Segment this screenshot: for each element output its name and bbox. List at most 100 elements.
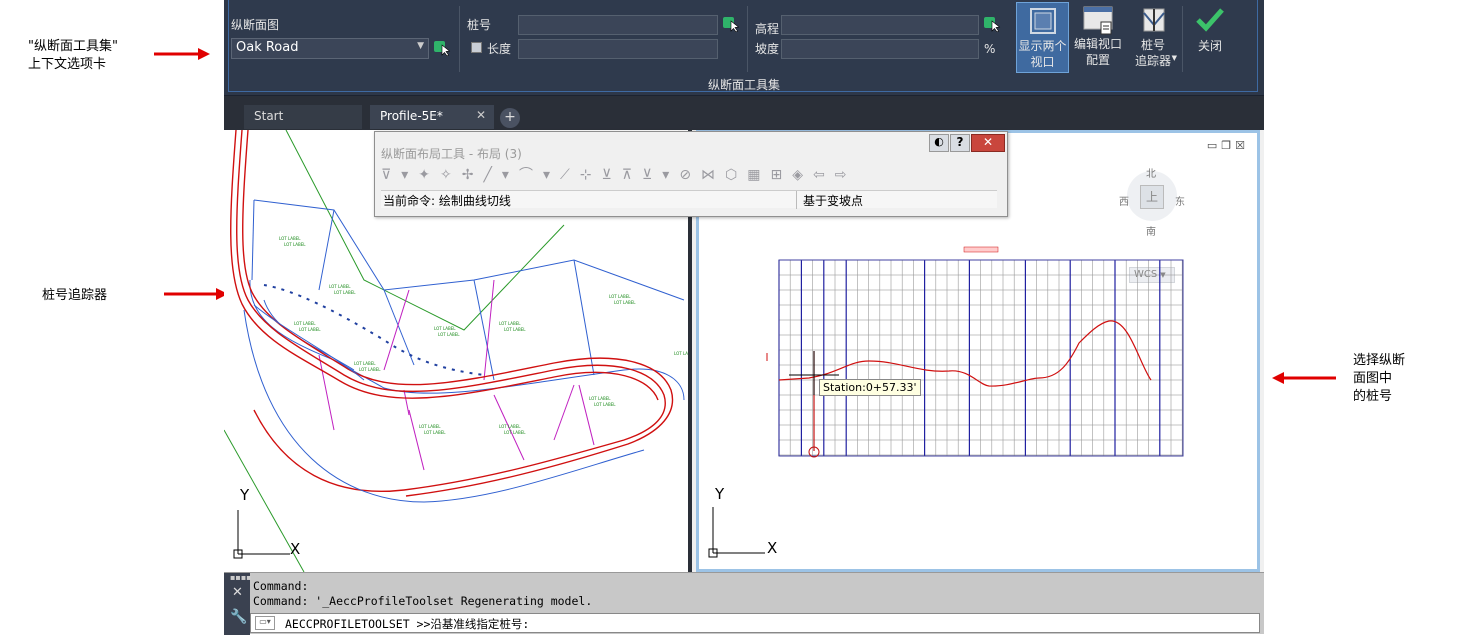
toolbar-status: 当前命令: 绘制曲线切线 基于变坡点 <box>381 190 997 209</box>
svg-text:LOT LABEL: LOT LABEL <box>614 300 636 305</box>
pick-elevation-icon[interactable] <box>983 16 1001 32</box>
sub-icon[interactable]: ◈ <box>792 167 813 183</box>
tab-start[interactable]: Start <box>244 105 362 129</box>
redo-icon[interactable]: ⇨ <box>835 167 857 183</box>
check-icon <box>1196 8 1224 32</box>
ribbon-separator <box>747 6 748 72</box>
toolbar-title-buttons: ◐ ? ✕ <box>929 134 1005 152</box>
options-icon[interactable]: ◐ <box>929 134 949 152</box>
dropdown-arrow-icon: ▼ <box>1171 54 1177 62</box>
draw-line-icon[interactable]: ╱▾ <box>483 167 518 183</box>
edit-viewport-config-label: 编辑视口 配置 <box>1073 37 1122 67</box>
draw-tangents-icon[interactable]: ⊽▾ <box>381 167 418 183</box>
move-pvi-icon[interactable]: ✢ <box>462 167 484 183</box>
tab-profile-5e[interactable]: Profile-5E* ✕ <box>370 105 494 129</box>
free-curve-icon[interactable]: ⟋ <box>560 167 580 183</box>
svg-text:LOT LABEL: LOT LABEL <box>294 321 316 326</box>
profile-view-value: Oak Road <box>236 40 299 55</box>
command-history-2: Command: '_AeccProfileToolset Regenerati… <box>253 594 593 608</box>
dropdown-arrow-icon: ▼ <box>417 41 424 51</box>
station-label: 桩号 <box>467 18 492 32</box>
viewport-config-icon <box>1083 6 1113 35</box>
profile-view-label: 纵断面图 <box>231 18 280 32</box>
current-command: 当前命令: 绘制曲线切线 <box>383 194 511 208</box>
draw-curve-icon[interactable]: ⌒▾ <box>519 167 560 183</box>
profile-layout-toolbar[interactable]: 纵断面布局工具 - 布局 (3) ◐ ? ✕ ⊽▾✦✧✢╱▾⌒▾⟋⊹⊻⊼⊻▾⊘⋈… <box>374 131 1008 217</box>
svg-text:LOT LABEL: LOT LABEL <box>609 294 631 299</box>
civil3d-window: 纵断面图 Oak Road ▼ 桩号 长度 高程 坡度 % 显示两个 视口 编辑… <box>224 0 1264 635</box>
insert-pvi-icon[interactable]: ✦ <box>418 167 440 183</box>
length-field[interactable] <box>518 39 718 59</box>
viewports-icon <box>1029 8 1056 34</box>
svg-text:LOT LABEL: LOT LABEL <box>504 327 526 332</box>
ucs-y-label: Y <box>715 485 725 503</box>
ribbon: 纵断面图 Oak Road ▼ 桩号 长度 高程 坡度 % 显示两个 视口 编辑… <box>224 0 1264 96</box>
profile-view-select[interactable]: Oak Road ▼ <box>231 38 429 59</box>
station-tracker-icon <box>1143 8 1165 32</box>
svg-text:LOT LABEL: LOT LABEL <box>299 327 321 332</box>
svg-text:LOT LABEL: LOT LABEL <box>499 424 521 429</box>
delete-pvi-icon[interactable]: ✧ <box>440 167 462 183</box>
pick-profile-view-icon[interactable] <box>433 40 451 56</box>
svg-text:LOT LABEL: LOT LABEL <box>419 424 441 429</box>
tab-label: Profile-5E* <box>380 109 443 123</box>
svg-text:LOT LABEL: LOT LABEL <box>284 242 306 247</box>
length-label: 长度 <box>487 42 512 56</box>
elevation-field[interactable] <box>781 15 979 35</box>
select-pvi-icon[interactable]: ⊻▾ <box>642 167 679 183</box>
command-prompt: AECCPROFILETOOLSET >>沿基准线指定桩号: <box>285 617 530 631</box>
svg-text:LOT LABEL: LOT LABEL <box>594 402 616 407</box>
delete-entity-icon[interactable]: ⊘ <box>679 167 701 183</box>
svg-text:LOT LABEL: LOT LABEL <box>504 430 526 435</box>
svg-text:LOT LABEL: LOT LABEL <box>438 332 460 337</box>
close-label: 关闭 <box>1197 39 1222 53</box>
toolbar-title: 纵断面布局工具 - 布局 (3) <box>381 147 522 161</box>
grip-icon[interactable]: ▪▪▪▪ <box>230 573 252 582</box>
file-tabs: Start Profile-5E* ✕ + <box>224 96 1264 130</box>
svg-text:LOT LABEL: LOT LABEL <box>329 284 351 289</box>
help-icon[interactable]: ? <box>950 134 970 152</box>
break-icon[interactable]: ⋈ <box>701 167 725 183</box>
command-line: ▪▪▪▪ ✕ 🔧 Command: Command: '_AeccProfile… <box>224 572 1264 635</box>
add-tab-button[interactable]: + <box>500 108 520 128</box>
close-icon[interactable]: ✕ <box>971 134 1005 152</box>
station-field[interactable] <box>518 15 718 35</box>
pvi-edit-icon[interactable]: ⊹ <box>580 167 602 183</box>
close-icon[interactable]: ✕ <box>476 108 486 122</box>
show-two-viewports-button[interactable]: 显示两个 视口 <box>1016 2 1069 73</box>
ucs-x-label: X <box>767 539 778 557</box>
command-gutter: ▪▪▪▪ ✕ 🔧 <box>224 573 252 635</box>
annotation-arrow-icon <box>1272 372 1336 384</box>
ribbon-separator <box>1182 6 1183 72</box>
station-tracker-button[interactable]: 桩号 追踪器 ▼ <box>1127 2 1179 73</box>
mode-divider <box>796 191 797 209</box>
command-history-1: Command: <box>253 579 309 593</box>
grid-icon[interactable]: ▦ <box>747 167 770 183</box>
edit-icon[interactable]: ⊞ <box>771 167 793 183</box>
grade-field[interactable] <box>781 39 979 59</box>
svg-text:LOT LABEL: LOT LABEL <box>589 396 611 401</box>
annotation-select-station: 选择纵断 面图中 的桩号 <box>1353 353 1406 404</box>
mode-label: 基于变坡点 <box>803 194 864 208</box>
ucs-y-label: Y <box>240 486 250 504</box>
edit-viewport-config-button[interactable]: 编辑视口 配置 <box>1072 2 1124 73</box>
close-button[interactable]: 关闭 <box>1187 2 1233 73</box>
wrench-icon[interactable]: 🔧 <box>230 609 247 625</box>
pick-station-icon[interactable] <box>722 16 740 32</box>
panel-title: 纵断面工具集 <box>707 78 780 92</box>
ribbon-separator <box>459 6 460 72</box>
station-tooltip: Station:0+57.33' <box>819 379 921 396</box>
length-checkbox[interactable] <box>471 42 482 53</box>
annotation-arrow-icon <box>154 48 210 60</box>
undo-icon[interactable]: ⇦ <box>813 167 835 183</box>
grade-unit: % <box>984 42 996 56</box>
annotation-station-tracker: 桩号追踪器 <box>42 288 108 303</box>
command-input[interactable]: ▭▾ AECCPROFILETOOLSET >>沿基准线指定桩号: <box>250 613 1260 633</box>
toolbar-tools: ⊽▾✦✧✢╱▾⌒▾⟋⊹⊻⊼⊻▾⊘⋈⬡▦⊞◈⇦⇨ <box>381 164 1001 188</box>
close-icon[interactable]: ✕ <box>232 585 243 600</box>
pvi-delete-icon[interactable]: ⊼ <box>622 167 642 183</box>
command-prompt-icon: ▭▾ <box>255 616 275 630</box>
copy-icon[interactable]: ⬡ <box>725 167 747 183</box>
pvi-insert-icon[interactable]: ⊻ <box>602 167 622 183</box>
svg-text:LOT LABEL: LOT LABEL <box>334 290 356 295</box>
